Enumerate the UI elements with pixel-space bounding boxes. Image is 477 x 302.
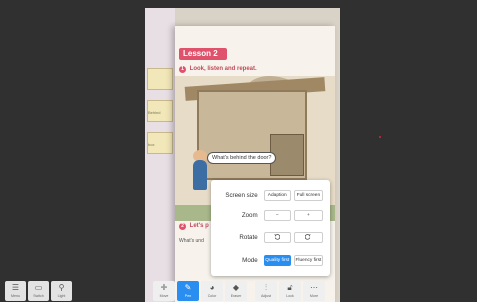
move-label: Move <box>159 294 169 298</box>
adjust-icon: ⫶ <box>265 283 267 292</box>
page-thumbnail <box>147 68 173 90</box>
rotate-row: Rotate <box>215 230 326 244</box>
instruction-text: Look, listen and repeat. <box>189 66 257 72</box>
screen-size-label: Screen size <box>225 191 258 199</box>
exercise-prompt: What's und <box>179 238 204 244</box>
menu-label: Menu <box>11 294 20 298</box>
app-stage: Behind box Lesson 2 1 Look, listen and r… <box>0 0 477 302</box>
lesson-title: Lesson 2 <box>179 48 227 60</box>
mode-label: Mode <box>242 256 258 264</box>
adjust-label: Adjust <box>261 294 271 298</box>
center-toolbar: ✛ Move ✎ Pen ◕ Color ◆ Eraser ⫶ Adjust 🔓… <box>153 281 325 301</box>
page-thumbnail: Behind <box>147 100 173 122</box>
pen-button[interactable]: ✎ Pen <box>177 281 199 301</box>
adaption-button[interactable]: Adaption <box>263 189 291 201</box>
zoom-label: Zoom <box>241 211 258 219</box>
move-icon: ✛ <box>160 283 168 292</box>
rotate-left-icon <box>274 234 281 240</box>
rotate-right-icon <box>305 234 311 240</box>
switch-button[interactable]: ▭ Switch <box>28 281 49 301</box>
pen-icon: ✎ <box>184 283 192 292</box>
page-thumbnail: box <box>147 132 173 154</box>
menu-icon: ☰ <box>11 283 20 292</box>
lock-label: Lock <box>286 294 294 298</box>
monitor-icon: ▭ <box>34 283 43 292</box>
pen-label: Pen <box>184 294 192 298</box>
light-label: Light <box>57 294 66 298</box>
zoom-in-button[interactable]: + <box>293 209 323 221</box>
left-toolbar: ☰ Menu ▭ Switch ⚲ Light <box>5 281 72 301</box>
color-label: Color <box>207 294 217 298</box>
lock-button[interactable]: 🔓︎ Lock <box>279 281 301 301</box>
screen-size-row: Screen size Adaption Full screen <box>215 188 326 202</box>
exercise-number: 2 <box>179 223 186 230</box>
light-button[interactable]: ⚲ Light <box>51 281 72 301</box>
instruction-number: 1 <box>179 66 186 73</box>
adjacent-page: Behind box <box>145 8 175 302</box>
rotate-right-button[interactable] <box>293 231 323 243</box>
color-button[interactable]: ◕ Color <box>201 281 223 301</box>
cursor-dot <box>379 136 381 138</box>
eraser-icon: ◆ <box>232 283 240 292</box>
rotate-left-button[interactable] <box>263 231 291 243</box>
boy-figure <box>193 160 207 190</box>
adjust-button[interactable]: ⫶ Adjust <box>255 281 277 301</box>
zoom-out-button[interactable]: − <box>263 209 291 221</box>
eraser-label: Eraser <box>230 294 242 298</box>
lock-icon: 🔓︎ <box>287 283 293 292</box>
move-button[interactable]: ✛ Move <box>153 281 175 301</box>
eraser-button[interactable]: ◆ Eraser <box>225 281 247 301</box>
instruction: 1 Look, listen and repeat. <box>179 66 257 73</box>
speech-bubble: What's behind the door? <box>207 152 277 164</box>
rotate-label: Rotate <box>239 233 258 241</box>
light-icon: ⚲ <box>58 283 65 292</box>
settings-popup: Screen size Adaption Full screen Zoom − … <box>211 180 330 276</box>
exercise-heading: 2 Let's p <box>179 223 209 230</box>
full-screen-button[interactable]: Full screen <box>293 189 323 201</box>
more-icon: ⋯ <box>310 283 318 292</box>
more-label: More <box>309 294 319 298</box>
quality-first-button[interactable]: Quality first <box>263 254 291 266</box>
mode-row: Mode Quality first Fluency first <box>215 253 326 267</box>
more-button[interactable]: ⋯ More <box>303 281 325 301</box>
toolbar-separator <box>249 281 253 301</box>
zoom-row: Zoom − + <box>215 208 326 222</box>
menu-button[interactable]: ☰ Menu <box>5 281 26 301</box>
fluency-first-button[interactable]: Fluency first <box>293 254 323 266</box>
switch-label: Switch <box>33 294 44 298</box>
palette-icon: ◕ <box>209 283 215 292</box>
exercise-text: Let's p <box>189 223 209 229</box>
